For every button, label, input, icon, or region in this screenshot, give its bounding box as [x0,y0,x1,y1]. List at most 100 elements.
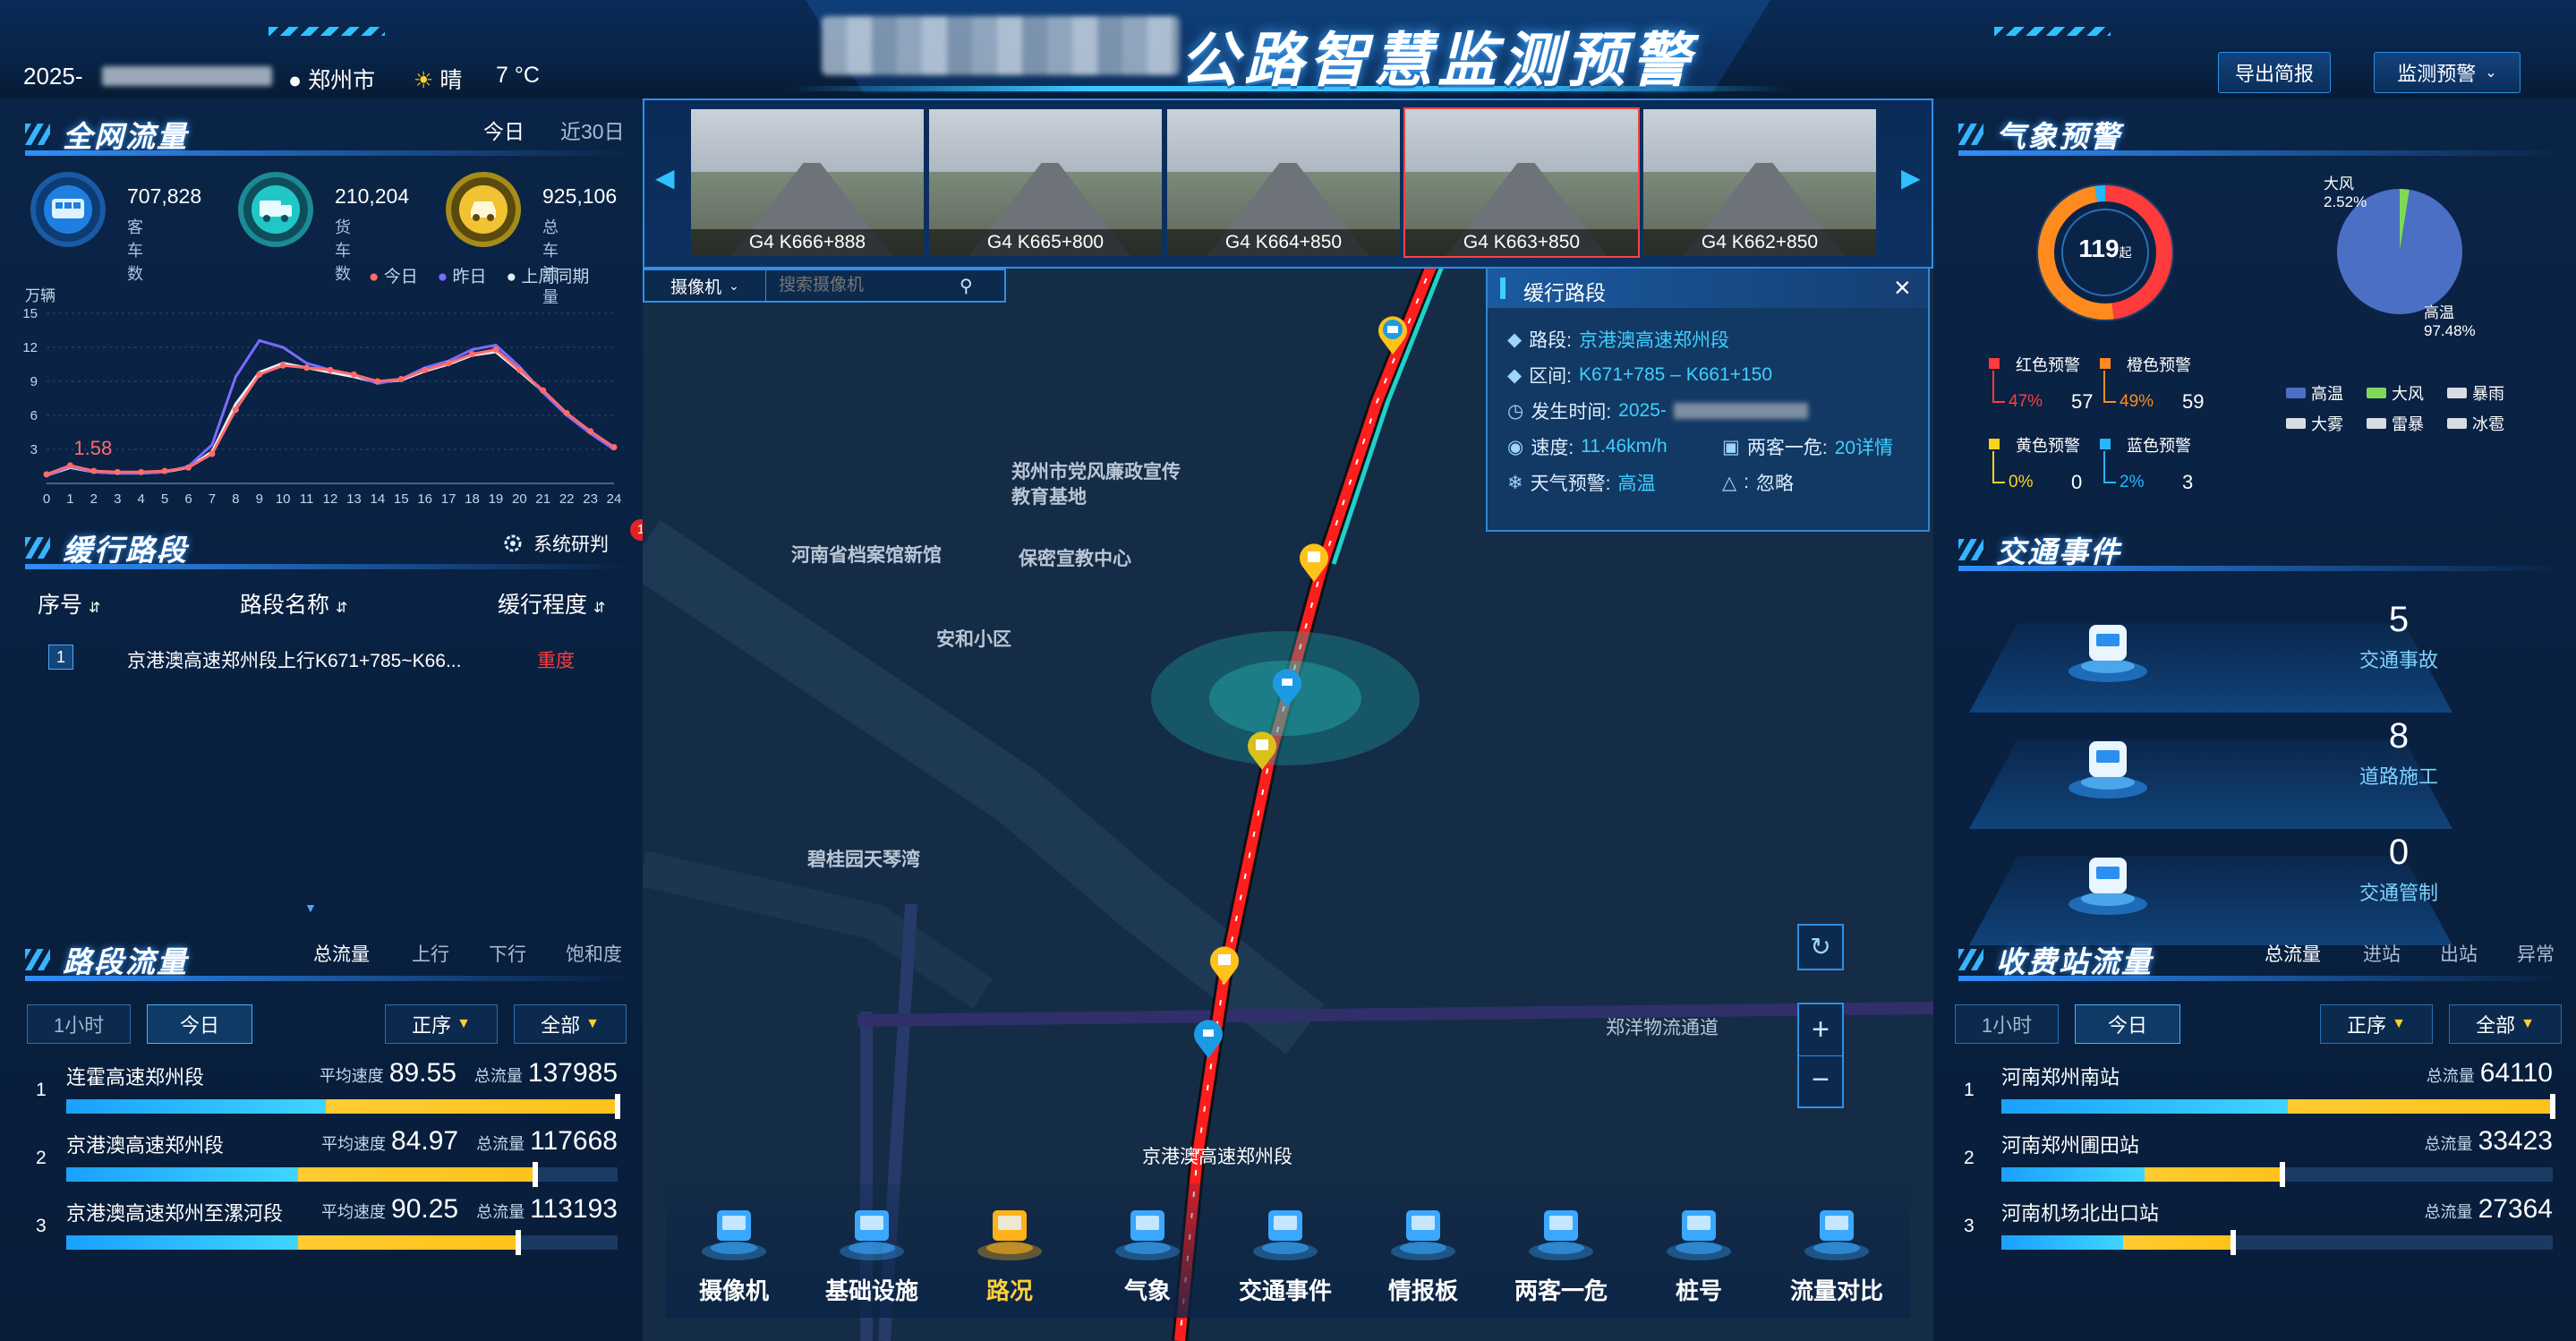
toll-row[interactable]: 2 河南郑州圃田站 总流量 33423 [1955,1126,2563,1192]
pie-legend-item[interactable]: 雷暴 [2367,412,2424,435]
total-label: 总流量 [473,1067,523,1085]
segment-row[interactable]: 2 京港澳高速郑州段 平均速度 84.97 总流量 117668 [27,1126,635,1192]
system-judge-button[interactable]: 系统研判 [501,530,609,557]
sort-order-select[interactable]: 正序 ▼ [385,1004,498,1044]
event-label[interactable]: 交通管制 [2345,877,2452,906]
tab-up[interactable]: 上行 [412,940,449,967]
info-board-pin-icon[interactable] [1298,542,1330,582]
info-board-pin-icon[interactable] [1246,730,1278,770]
zoom-in-button[interactable]: + [1799,1004,1842,1056]
camera-pin-icon[interactable] [1271,668,1303,707]
level-connector [1992,371,2005,403]
pie-legend-item[interactable]: 大雾 [2286,412,2343,435]
popup-range-row: ◆ 区间: K671+785 – K661+150 [1507,364,1773,387]
prev-arrow-icon[interactable]: ◀ [655,163,675,192]
ignore-link[interactable]: 忽略 [1756,469,1794,496]
tool-flow-compare[interactable]: 流量对比 [1783,1196,1890,1312]
tool-infrastructure[interactable]: 基础设施 [818,1196,925,1312]
x-tick-label: 20 [512,491,527,507]
alert-level-item[interactable]: 蓝色预警 2% 3 [2100,433,2207,505]
data-point [90,467,98,474]
pie-legend-item[interactable]: 冰雹 [2447,412,2504,435]
search-icon[interactable]: ⚲ [960,275,973,297]
camera-thumbnail[interactable]: G4 K662+850 [1642,107,1878,258]
legend-today[interactable]: ● 今日 [369,263,418,287]
traffic-event-icon [1253,1210,1318,1260]
export-brief-button[interactable]: 导出简报 [2218,52,2331,93]
pie-legend-item[interactable]: 高温 [2286,381,2343,405]
filter-1-hour[interactable]: 1小时 [27,1004,131,1044]
sort-order-select[interactable]: 正序 ▼ [2320,1004,2433,1044]
collapse-arrow-icon[interactable]: ▼ [304,901,317,915]
tab-total-flow[interactable]: 总流量 [313,940,370,967]
tab-saturation[interactable]: 饱和度 [566,940,622,967]
toll-row[interactable]: 1 河南郑州南站 总流量 64110 [1955,1058,2563,1124]
pie-legend-item[interactable]: 大风 [2367,381,2424,405]
col-header-name[interactable]: 路段名称 ⇵ [240,587,347,619]
road-icon: ◆ [1507,329,1523,350]
monitor-alert-dropdown[interactable]: 监测预警 ⌄ [2374,52,2521,93]
speed-icon: ◉ [1507,436,1524,457]
tool-hazard-vehicle[interactable]: 两客一危 [1507,1196,1615,1312]
time-redacted [1673,403,1808,419]
filter-today[interactable]: 今日 [2075,1004,2180,1044]
kpi-total: 925,106 总车流量 [446,172,617,306]
tool-weather[interactable]: 气象 [1094,1196,1201,1312]
next-arrow-icon[interactable]: ▶ [1901,163,1921,192]
camera-pin-icon[interactable] [1377,315,1409,354]
camera-pin-icon[interactable] [1192,1019,1224,1058]
tab-30-days[interactable]: 近30日 [560,115,625,145]
tab-exit[interactable]: 出站 [2440,940,2478,967]
header-decoration [1994,27,2111,36]
filter-1-hour[interactable]: 1小时 [1955,1004,2059,1044]
tool-label: 桩号 [1675,1277,1722,1304]
total-value: 117668 [530,1126,618,1156]
title-underline [25,564,634,569]
hazard-detail-link[interactable]: 20详情 [1835,433,1893,460]
row-station-name: 河南机场北出口站 [2001,1202,2160,1225]
alert-level-item[interactable]: 黄色预警 0% 0 [1989,433,2096,505]
slow-road-popup: 缓行路段 × ◆ 路段: 京港澳高速郑州段 ◆ 区间: K671+785 – K66… [1486,267,1930,532]
tool-road-condition[interactable]: 路况 [956,1196,1063,1312]
tool-traffic-event[interactable]: 交通事件 [1232,1196,1339,1312]
scope-select[interactable]: 全部 ▼ [514,1004,627,1044]
close-icon[interactable]: × [1894,272,1911,303]
toll-row[interactable]: 3 河南机场北出口站 总流量 27364 [1955,1194,2563,1260]
tool-stake[interactable]: 桩号 [1645,1196,1753,1312]
event-label[interactable]: 道路施工 [2345,761,2452,790]
legend-swatch [2367,418,2386,429]
segment-row[interactable]: 3 京港澳高速郑州至漯河段 平均速度 90.25 总流量 113193 [27,1194,635,1260]
tab-down[interactable]: 下行 [489,940,526,967]
filter-today[interactable]: 今日 [147,1004,252,1044]
segment-row[interactable]: 1 连霍高速郑州段 平均速度 89.55 总流量 137985 [27,1058,635,1124]
table-row[interactable]: 1 京港澳高速郑州段上行K671+785~K66... 重度 [25,637,627,677]
col-header-level[interactable]: 缓行程度 ⇵ [498,587,605,619]
tool-camera[interactable]: 摄像机 [680,1196,788,1312]
legend-swatch [2447,388,2467,398]
zoom-out-button[interactable]: − [1799,1056,1842,1108]
data-point [516,366,523,373]
tool-info-board[interactable]: 情报板 [1369,1196,1477,1312]
alert-level-item[interactable]: 橙色预警 49% 59 [2100,353,2207,424]
camera-thumbnail[interactable]: G4 K665+800 [927,107,1164,258]
camera-type-select[interactable]: 摄像机 ⌄ [644,270,766,301]
legend-yesterday[interactable]: ● 昨日 [438,263,487,287]
tab-abnormal[interactable]: 异常 [2517,940,2555,967]
refresh-button[interactable]: ↻ [1797,924,1844,970]
tab-entry[interactable]: 进站 [2363,940,2401,967]
tab-today[interactable]: 今日 [483,115,525,145]
col-header-index[interactable]: 序号 ⇵ [38,587,100,619]
camera-search-input[interactable] [766,276,954,295]
kpi-total-label: 总车流量 [542,218,559,306]
pie-legend-item[interactable]: 暴雨 [2447,381,2504,405]
event-label[interactable]: 交通事故 [2345,645,2452,673]
legend-last-week[interactable]: ● 上周同期 [507,263,590,287]
tab-total-flow[interactable]: 总流量 [2265,940,2321,967]
camera-thumbnail[interactable]: G4 K666+888 [689,107,925,258]
camera-thumbnail[interactable]: G4 K663+850 [1403,107,1640,258]
scope-select[interactable]: 全部 ▼ [2449,1004,2562,1044]
alert-level-item[interactable]: 红色预警 47% 57 [1989,353,2096,424]
camera-thumbnail[interactable]: G4 K664+850 [1165,107,1402,258]
info-board-pin-icon[interactable] [1208,945,1241,985]
x-tick-label: 18 [465,491,480,507]
